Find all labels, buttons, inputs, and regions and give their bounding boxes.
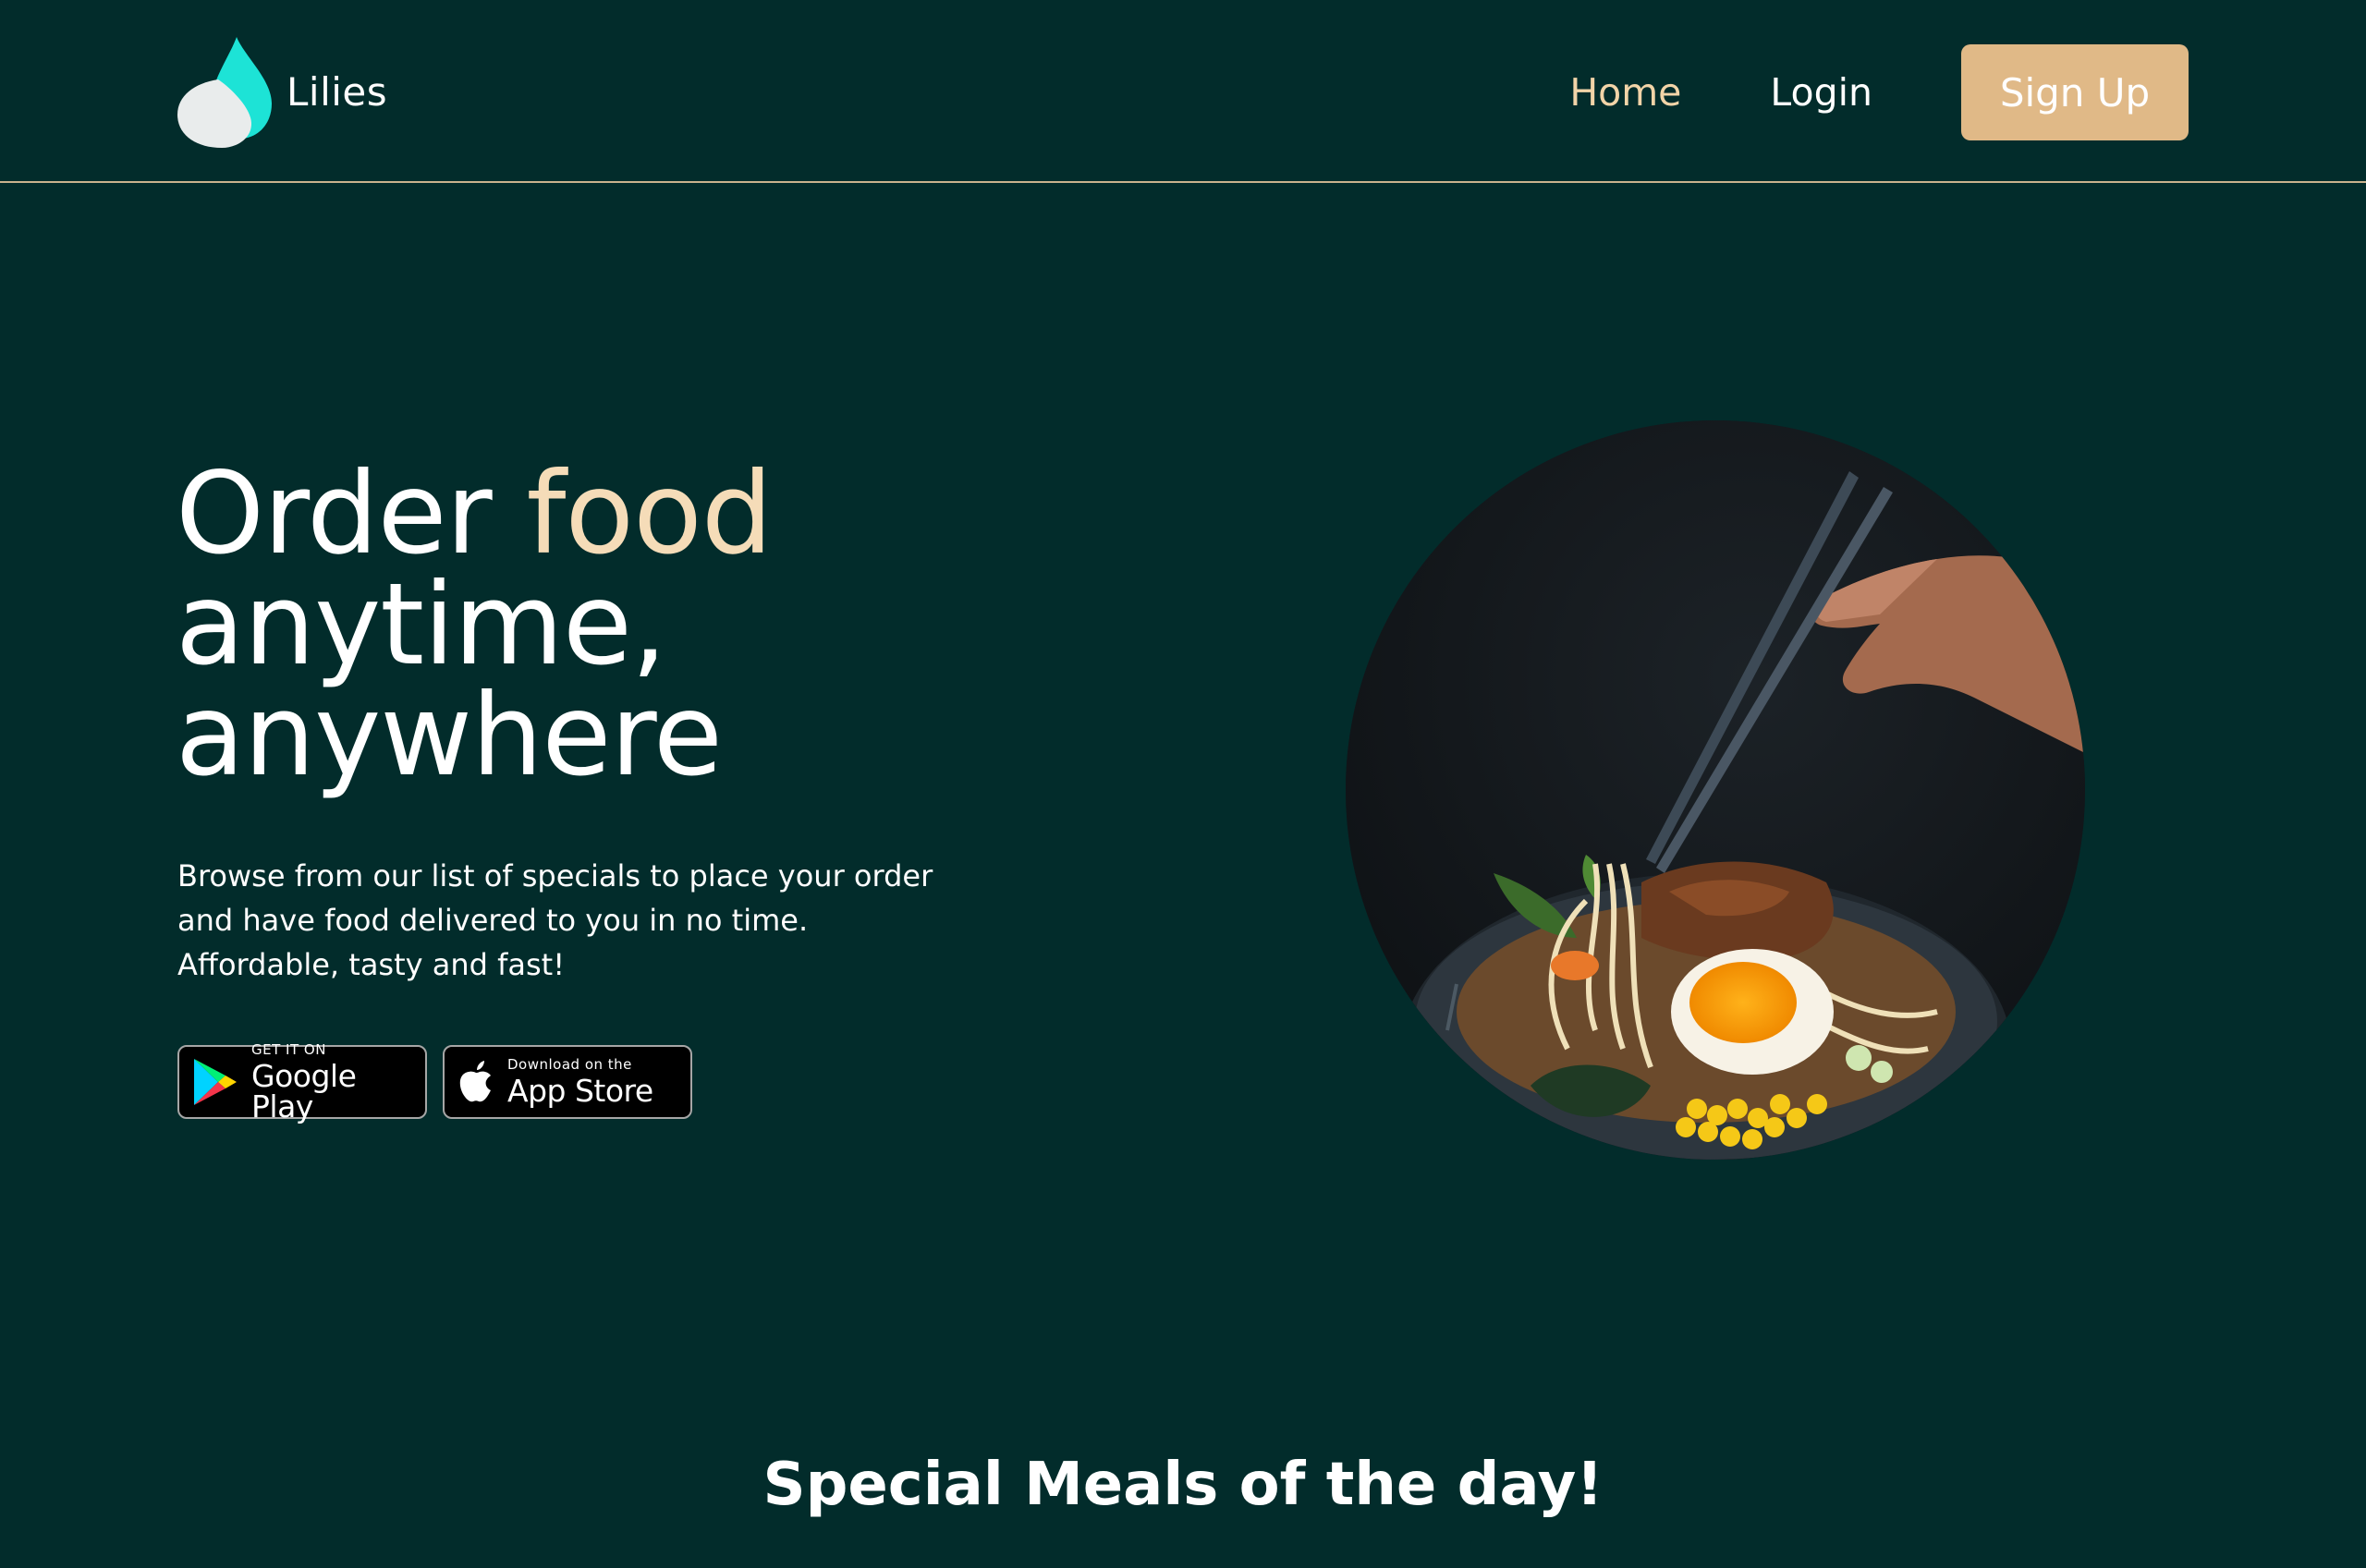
app-store-button[interactable]: Download on the App Store	[443, 1045, 692, 1119]
brand-name: Lilies	[287, 68, 388, 115]
app-store-small-text: Download on the	[507, 1056, 632, 1073]
hero-description-line2: and have food delivered to you in no tim…	[177, 903, 809, 938]
hero-description: Browse from our list of specials to plac…	[177, 854, 991, 987]
apple-icon	[457, 1060, 494, 1104]
google-play-button[interactable]: GET IT ON Google Play	[177, 1040, 427, 1124]
nav-home-link[interactable]: Home	[1569, 70, 1681, 115]
hero-food-image	[1346, 420, 2085, 1160]
app-store-label: App Store	[507, 1073, 653, 1109]
hero-description-line1: Browse from our list of specials to plac…	[177, 858, 933, 893]
store-badges: GET IT ON Google Play Download on the Ap…	[177, 1040, 692, 1124]
brand-logo[interactable]: Lilies	[176, 35, 387, 148]
google-play-icon	[192, 1057, 238, 1107]
main-nav: Home Login Sign Up	[1569, 44, 2189, 140]
hero-title-line3: anywhere	[176, 670, 723, 801]
hero-title: Order food anytime, anywhere	[176, 457, 773, 792]
hero-description-line3: Affordable, tasty and fast!	[177, 947, 566, 982]
signup-button[interactable]: Sign Up	[1961, 44, 2189, 140]
site-header: Lilies Home Login Sign Up	[0, 0, 2366, 183]
nav-login-link[interactable]: Login	[1770, 70, 1872, 115]
section-title: Special Meals of the day!	[762, 1451, 1604, 1519]
drop-logo-icon	[176, 35, 274, 148]
google-play-label: Google Play	[251, 1057, 357, 1124]
google-play-small-text: GET IT ON	[251, 1040, 326, 1058]
